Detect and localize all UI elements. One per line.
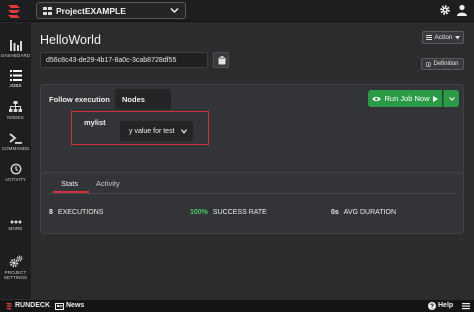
play-icon (432, 95, 438, 102)
jobs-list-icon (9, 70, 22, 81)
footer-brand: RUNDECK (15, 302, 50, 309)
sidebar-item-activity[interactable]: ACTIVITY (0, 163, 31, 182)
stat-success-rate: 100% SUCCESS RATE (190, 209, 267, 216)
option-value-select[interactable]: y value for test (120, 121, 193, 141)
sidebar-item-commands[interactable]: COMMANDS (0, 133, 31, 151)
stat-executions-value: 8 (49, 209, 53, 216)
sidebar-item-label: COMMANDS (1, 146, 30, 151)
more-dots-icon (10, 220, 21, 224)
tabs-divider (49, 193, 457, 194)
info-icon (426, 61, 432, 67)
gear-icon[interactable] (439, 4, 451, 16)
option-name-label: mylist (84, 118, 106, 127)
sidebar-item-label: NODES (7, 115, 24, 120)
run-job-now-label: Run Job Now (384, 94, 430, 103)
help-icon (428, 302, 436, 310)
stat-executions-label: EXECUTIONS (57, 209, 104, 216)
stat-avg-duration-label: AVG DURATION (343, 209, 397, 216)
tab-activity[interactable]: Activity (96, 179, 120, 188)
chevron-down-icon (181, 129, 187, 134)
sidebar-item-label: MORE (8, 226, 23, 231)
chevron-down-icon (449, 97, 455, 101)
project-icon (43, 6, 52, 15)
run-job-now-button[interactable]: Run Job Now (368, 90, 442, 107)
job-uuid-text: d56c8c43-de29-4b17-8a0c-3cab8728df55 (46, 56, 177, 64)
rundeck-logo-icon[interactable] (6, 3, 22, 19)
list-icon (426, 35, 433, 40)
history-icon (10, 163, 21, 175)
sidebar: DASHBOARD JOBS NODES COMMANDS ACTIVITY M… (0, 23, 31, 299)
sidebar-item-more[interactable]: MORE (0, 220, 31, 231)
footer-help-link[interactable]: Help (438, 302, 453, 309)
follow-execution-select[interactable]: Nodes (115, 89, 171, 109)
definition-button[interactable]: Definition (421, 58, 464, 70)
sidebar-item-label-line2: SETTINGS (3, 275, 28, 280)
stat-executions: 8 EXECUTIONS (49, 209, 103, 216)
action-button-label: Action (434, 34, 453, 41)
stat-avg-duration: 0s AVG DURATION (331, 209, 396, 216)
sidebar-item-label: DASHBOARD (0, 53, 31, 58)
top-bar: ProjectEXAMPLE (0, 0, 474, 22)
main-content: HelloWorld Action d56c8c43-de29-4b17-8a0… (31, 23, 474, 299)
stat-avg-duration-value: 0s (331, 209, 339, 216)
sidebar-item-nodes[interactable]: NODES (0, 101, 31, 120)
menu-icon[interactable] (461, 301, 471, 311)
follow-execution-value: Nodes (122, 94, 145, 104)
sidebar-item-label: ACTIVITY (4, 177, 27, 182)
chevron-down-icon (170, 7, 179, 14)
copy-uuid-button[interactable] (213, 52, 229, 68)
footer-bar: RUNDECK News Help (0, 299, 474, 312)
newspaper-icon (55, 303, 64, 310)
project-name: ProjectEXAMPLE (56, 5, 126, 16)
gears-icon (9, 255, 23, 268)
sidebar-item-dashboard[interactable]: DASHBOARD (0, 40, 31, 58)
sidebar-item-label: JOBS (9, 83, 22, 88)
footer-news-link[interactable]: News (66, 302, 84, 309)
page-title: HelloWorld (40, 33, 101, 47)
definition-button-label: Definition (433, 61, 459, 67)
action-button[interactable]: Action (422, 31, 464, 44)
stat-success-rate-value: 100% (190, 209, 208, 216)
run-job-panel: Follow execution Nodes Run Job Now mylis… (40, 84, 464, 185)
eye-icon (372, 96, 382, 101)
stats-panel: Stats Activity 8 EXECUTIONS 100% SUCCESS R… (40, 172, 464, 234)
sidebar-item-jobs[interactable]: JOBS (0, 70, 31, 88)
clipboard-icon (218, 56, 226, 65)
nodes-icon (9, 101, 22, 112)
stat-success-rate-label: SUCCESS RATE (212, 209, 267, 216)
caret-down-icon (454, 35, 460, 39)
run-options-dropdown[interactable] (443, 90, 459, 107)
option-value-text: y value for test (129, 127, 175, 135)
sidebar-item-project-settings[interactable]: PROJECT SETTINGS (0, 255, 31, 280)
job-uuid-field[interactable]: d56c8c43-de29-4b17-8a0c-3cab8728df55 (40, 52, 208, 68)
terminal-icon (9, 133, 22, 144)
follow-execution-label: Follow execution (49, 95, 110, 104)
project-selector[interactable]: ProjectEXAMPLE (36, 2, 186, 19)
tab-stats[interactable]: Stats (61, 179, 78, 188)
rundeck-logo-icon (6, 303, 12, 310)
user-icon[interactable] (456, 4, 468, 16)
dashboard-icon (9, 40, 22, 51)
